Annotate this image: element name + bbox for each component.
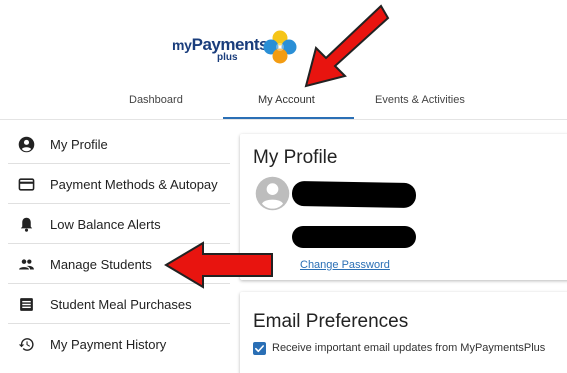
profile-card-title: My Profile <box>253 147 338 168</box>
mypaymentsplus-logo[interactable]: myPayments plus <box>172 28 302 68</box>
arrow-to-my-account <box>304 4 390 88</box>
history-icon <box>18 338 34 351</box>
bell-icon <box>20 217 33 232</box>
email-preferences-card: Email Preferences Receive important emai… <box>240 292 567 373</box>
email-updates-checkbox[interactable] <box>253 342 266 355</box>
redacted-name <box>291 180 417 209</box>
logo-plus-text: plus <box>217 52 238 63</box>
nav-divider <box>0 119 567 120</box>
redacted-email <box>292 226 416 248</box>
sidebar-item-low-balance-alerts[interactable]: Low Balance Alerts <box>8 204 230 244</box>
avatar-icon <box>255 176 290 211</box>
sidebar-item-payment-methods[interactable]: Payment Methods & Autopay <box>8 164 230 204</box>
tab-my-account[interactable]: My Account <box>258 94 315 106</box>
people-icon <box>19 259 34 270</box>
logo-plus-icon <box>263 30 297 64</box>
email-preferences-title: Email Preferences <box>253 311 409 332</box>
receipt-list-icon <box>20 298 33 311</box>
sidebar-item-student-meal-purchases[interactable]: Student Meal Purchases <box>8 284 230 324</box>
sidebar-item-payment-history[interactable]: My Payment History <box>8 324 230 364</box>
sidebar-item-my-profile[interactable]: My Profile <box>8 124 230 164</box>
profile-card: My Profile Change Password <box>240 134 567 280</box>
tab-dashboard[interactable]: Dashboard <box>129 94 183 106</box>
sidebar-item-manage-students[interactable]: Manage Students <box>8 244 230 284</box>
sidebar-item-label: Manage Students <box>50 257 152 272</box>
credit-card-icon <box>18 178 35 191</box>
sidebar-item-label: Student Meal Purchases <box>50 297 192 312</box>
checkmark-icon <box>255 345 264 353</box>
change-password-link[interactable]: Change Password <box>300 259 390 271</box>
account-sidebar: My Profile Payment Methods & Autopay Low… <box>8 124 230 373</box>
account-circle-icon <box>18 136 35 153</box>
email-updates-label: Receive important email updates from MyP… <box>272 342 546 354</box>
tab-events-activities[interactable]: Events & Activities <box>375 94 465 106</box>
sidebar-item-label: My Payment History <box>50 337 167 352</box>
sidebar-item-label: Payment Methods & Autopay <box>50 177 218 192</box>
sidebar-item-label: Low Balance Alerts <box>50 217 161 232</box>
main-nav: Dashboard My Account Events & Activities <box>0 84 567 122</box>
sidebar-item-label: My Profile <box>50 137 108 152</box>
